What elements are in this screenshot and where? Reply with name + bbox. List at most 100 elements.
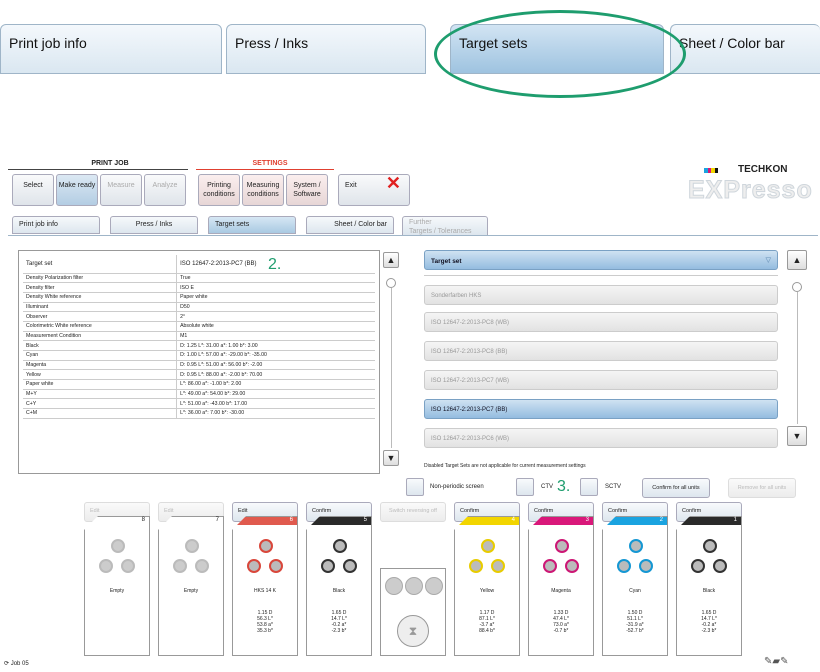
subtab-print-job-info[interactable]: Print job info — [12, 216, 100, 234]
zoom-tab-press-inks[interactable]: Press / Inks — [226, 24, 426, 74]
details-key: Colorimetric White reference — [23, 321, 177, 332]
refresh-icon: ⟳ — [4, 661, 10, 667]
print-unit[interactable]: 1 Black 1.65 D 14.7 L* -0.2 a* -2.3 b* — [676, 516, 742, 656]
details-key: Magenta — [23, 360, 177, 371]
target-set-item[interactable]: ISO 12647-2:2013-PC8 (WB) — [424, 312, 778, 332]
print-unit[interactable]: 5 Black 1.65 D 14.7 L* -0.2 a* -2.3 b* — [306, 516, 372, 656]
device-icon: ▰ — [772, 656, 781, 667]
brand-color-blocks-icon — [704, 168, 718, 173]
ink-circle-icon — [121, 559, 135, 573]
subtab-further-targets[interactable]: Further Targets / Tolerances — [402, 216, 488, 236]
analyze-button[interactable]: Analyze — [144, 174, 186, 206]
target-set-item[interactable]: Sonderfarben HKS — [424, 285, 778, 305]
ink-circle-icon — [333, 539, 347, 553]
ink-circle-icon — [185, 539, 199, 553]
details-value: L*: 86.00 a*: -1.00 b*: 2.00 — [176, 379, 375, 390]
close-icon: ✕ — [385, 173, 401, 193]
details-value: Absolute white — [176, 321, 375, 332]
target-set-item-selected[interactable]: ISO 12647-2:2013-PC7 (BB) — [424, 399, 778, 419]
annotation-marker-2: 2. — [268, 256, 282, 273]
ink-circle-icon — [343, 559, 357, 573]
unit-values: 1.33 D 47.4 L* 73.0 a* -0.7 b* — [529, 610, 593, 634]
print-unit[interactable]: 2 Cyan 1.50 D 51.1 L* -31.9 a* -52.7 b* — [602, 516, 668, 656]
settings-divider — [196, 169, 334, 170]
ink-circle-icon — [617, 559, 631, 573]
details-key: Paper white — [23, 379, 177, 390]
targets-scroll-down-button[interactable]: ▼ — [787, 426, 807, 446]
unit-value: -2.3 b* — [331, 628, 347, 634]
annotation-marker-3: 3. — [557, 478, 571, 495]
unit-ink-name: HKS 14 K — [254, 588, 276, 594]
details-value: D50 — [176, 302, 375, 313]
unit-values: 1.15 D 56.3 L* 53.8 a* 35.3 b* — [233, 610, 297, 634]
print-unit[interactable]: 8 Empty — [84, 516, 150, 656]
details-key: Cyan — [23, 350, 177, 361]
details-row: Magenta D: 0.95 L*: 51.00 a*: 56.00 b*: -… — [23, 360, 375, 371]
confirm-all-units-button[interactable]: Confirm for all units — [642, 478, 710, 498]
unit-value: -2.3 b* — [701, 628, 717, 634]
pen-icon: ✎ — [780, 656, 789, 667]
print-unit[interactable]: 3 Magenta 1.33 D 47.4 L* 73.0 a* -0.7 b* — [528, 516, 594, 656]
unit-number: 3 — [585, 517, 589, 523]
unit-values: 1.65 D 14.7 L* -0.2 a* -2.3 b* — [307, 610, 371, 634]
details-row: Observer 2° — [23, 311, 375, 322]
non-periodic-screen-label: Non-periodic screen — [430, 484, 484, 490]
targets-scroll-up-button[interactable]: ▲ — [787, 250, 807, 270]
details-key: Density White reference — [23, 292, 177, 303]
details-row: Target set ISO 12647-2:2013-PC7 (BB) — [23, 255, 375, 274]
target-set-divider — [424, 275, 778, 276]
make-ready-button[interactable]: Make ready — [56, 174, 98, 206]
remove-all-units-button[interactable]: Remove for all units — [728, 478, 796, 498]
unit-number: 6 — [289, 517, 293, 523]
details-row: Density White reference Paper white — [23, 292, 375, 303]
details-key: C+M — [23, 408, 177, 419]
target-set-item[interactable]: ISO 12647-2:2013-PC8 (BB) — [424, 341, 778, 361]
details-value: 2° — [176, 311, 375, 322]
target-set-dropdown[interactable]: Target set ▽ — [424, 250, 778, 270]
ink-circle-icon — [195, 559, 209, 573]
system-software-button[interactable]: System / Software — [286, 174, 328, 206]
reversing-unit[interactable]: ⧗ — [380, 568, 446, 656]
details-row: Cyan D: 1.00 L*: 57.00 a*: -29.00 b*: -35… — [23, 350, 375, 361]
details-scroll-up-button[interactable]: ▲ — [383, 252, 399, 268]
ctv-checkbox[interactable] — [516, 478, 534, 496]
brand-name: TECHKON — [738, 164, 788, 175]
exit-button[interactable]: Exit ✕ — [338, 174, 410, 206]
details-key: Black — [23, 340, 177, 351]
details-row: Colorimetric White reference Absolute whi… — [23, 321, 375, 332]
details-value: L*: 36.00 a*: 7.00 b*: -30.00 — [176, 408, 375, 419]
target-set-item[interactable]: ISO 12647-2:2013-PC6 (WB) — [424, 428, 778, 448]
targets-scroll-thumb[interactable] — [792, 282, 802, 292]
unit-number: 5 — [363, 517, 367, 523]
details-key: Observer — [23, 311, 177, 322]
details-scroll-down-button[interactable]: ▼ — [383, 450, 399, 466]
details-row: Black D: 1.25 L*: 31.00 a*: 1.00 b*: 3.00 — [23, 340, 375, 351]
ink-circle-icon — [713, 559, 727, 573]
unit-values: 1.17 D 87.1 L* -3.7 a* 88.4 b* — [455, 610, 519, 634]
sctv-label: SCTV — [605, 484, 622, 490]
ink-circle-icon — [259, 539, 273, 553]
subtab-target-sets[interactable]: Target sets — [208, 216, 296, 234]
print-job-group-label: PRINT JOB — [91, 160, 129, 167]
details-scroll-thumb[interactable] — [386, 278, 396, 288]
target-set-item[interactable]: ISO 12647-2:2013-PC7 (WB) — [424, 370, 778, 390]
details-row: C+Y L*: 51.00 a*: -43.00 b*: 17.00 — [23, 398, 375, 410]
non-periodic-screen-checkbox[interactable] — [406, 478, 424, 496]
switch-reversing-off-button[interactable]: Switch reversing off — [380, 502, 446, 522]
print-unit[interactable]: 4 Yellow 1.17 D 87.1 L* -3.7 a* 88.4 b* — [454, 516, 520, 656]
print-unit[interactable]: 6 HKS 14 K 1.15 D 56.3 L* 53.8 a* 35.3 b* — [232, 516, 298, 656]
measure-button[interactable]: Measure — [100, 174, 142, 206]
measuring-conditions-button[interactable]: Measuring conditions — [242, 174, 284, 206]
details-key: Density filter — [23, 282, 177, 293]
sctv-checkbox[interactable] — [580, 478, 598, 496]
zoom-tab-print-job-info[interactable]: Print job info — [0, 24, 222, 74]
subtab-press-inks[interactable]: Press / Inks — [110, 216, 198, 234]
zoom-tab-sheet-color-bar[interactable]: Sheet / Color bar — [670, 24, 820, 74]
print-unit[interactable]: 7 Empty — [158, 516, 224, 656]
subtab-sheet-color-bar[interactable]: Sheet / Color bar — [306, 216, 394, 234]
details-key: Measurement Condition — [23, 331, 177, 342]
printing-conditions-button[interactable]: Printing conditions — [198, 174, 240, 206]
ink-circle-icon — [481, 539, 495, 553]
select-button[interactable]: Select — [12, 174, 54, 206]
details-key: C+Y — [23, 398, 177, 410]
